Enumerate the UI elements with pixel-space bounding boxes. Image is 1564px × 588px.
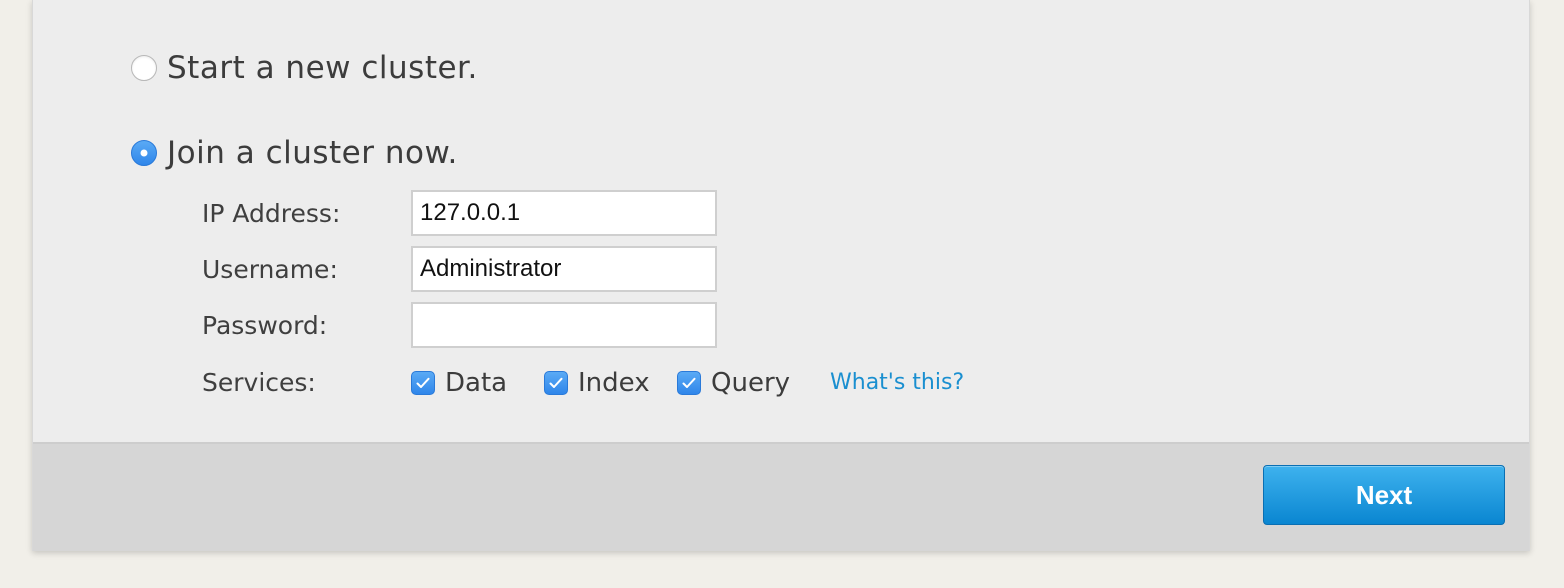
service-index-label[interactable]: Index [578,368,650,398]
join-cluster-label[interactable]: Join a cluster now. [167,135,458,171]
service-query-label[interactable]: Query [711,368,790,398]
checkmark-icon [416,377,430,388]
services-label: Services: [202,368,316,397]
ip-address-label: IP Address: [202,199,341,228]
username-input[interactable] [411,246,717,292]
whats-this-link[interactable]: What's this? [830,370,964,395]
start-new-cluster-radio[interactable] [131,55,157,81]
service-data-option[interactable]: Data [411,368,507,398]
checkmark-icon [682,377,696,388]
password-label: Password: [202,311,328,340]
password-input[interactable] [411,302,717,348]
checkmark-icon [549,377,563,388]
footer-bar: Next [33,442,1529,551]
service-query-checkbox[interactable] [677,371,701,395]
service-data-checkbox[interactable] [411,371,435,395]
start-new-cluster-option[interactable]: Start a new cluster. [131,50,478,86]
start-new-cluster-label[interactable]: Start a new cluster. [167,50,478,86]
service-data-label[interactable]: Data [445,368,507,398]
join-cluster-option[interactable]: Join a cluster now. [131,135,458,171]
service-query-option[interactable]: Query [677,368,790,398]
service-index-checkbox[interactable] [544,371,568,395]
next-button[interactable]: Next [1263,465,1505,525]
service-index-option[interactable]: Index [544,368,650,398]
username-label: Username: [202,255,338,284]
ip-address-input[interactable] [411,190,717,236]
join-cluster-radio[interactable] [131,140,157,166]
setup-panel: Start a new cluster. Join a cluster now.… [32,0,1530,551]
